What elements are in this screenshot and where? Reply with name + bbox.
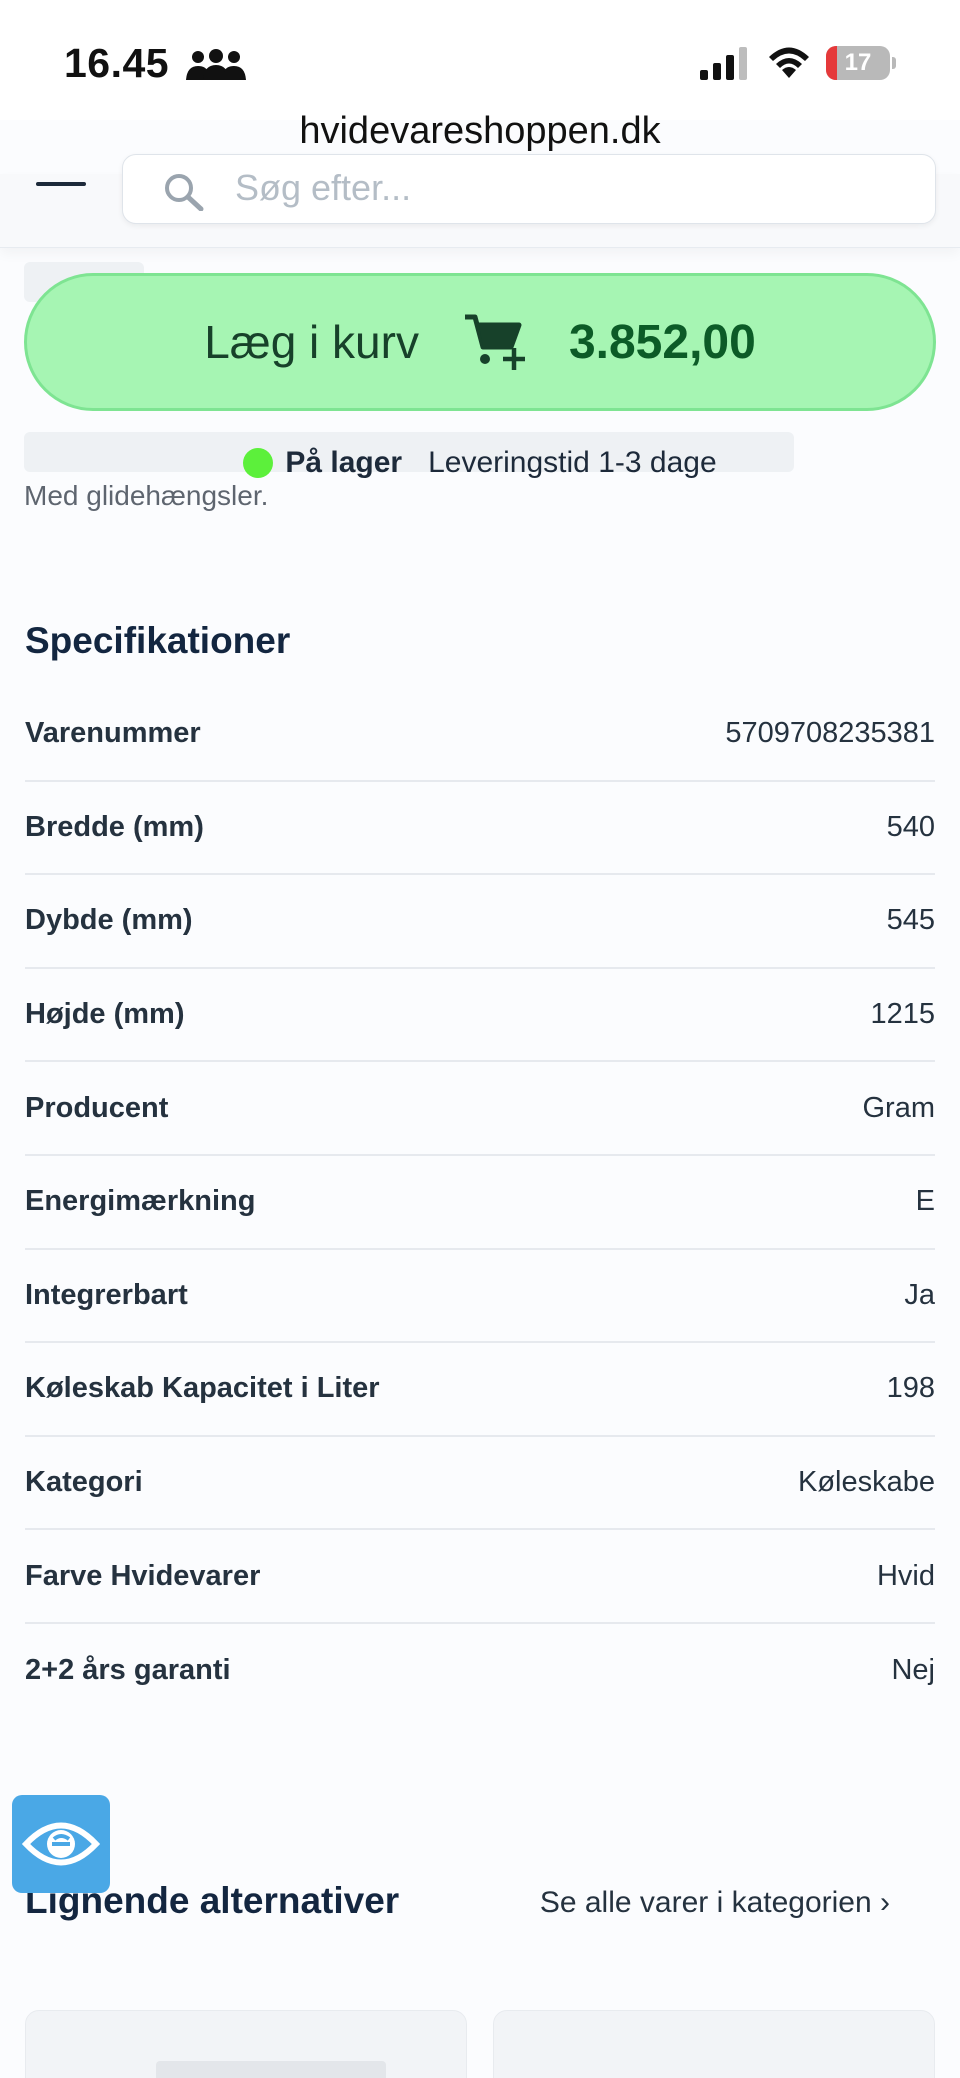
spec-value: Nej xyxy=(891,1654,935,1687)
status-bar: 16.45 17 hvidevareshoppen.dk xyxy=(0,0,960,152)
spec-label: Kategori xyxy=(25,1466,143,1499)
spec-value: 540 xyxy=(886,810,935,843)
add-to-cart-button[interactable]: Læg i kurv 3.852,00 xyxy=(24,273,936,411)
delivery-time: Leveringstid 1-3 dage xyxy=(428,446,717,479)
spec-value: Ja xyxy=(904,1278,935,1311)
battery-percent: 17 xyxy=(844,49,872,76)
spec-label: Køleskab Kapacitet i Liter xyxy=(25,1372,380,1405)
price: 3.852,00 xyxy=(568,315,756,369)
search-icon[interactable] xyxy=(161,171,207,211)
spec-label: Farve Hvidevarer xyxy=(25,1559,261,1592)
spec-row: 2+2 års garanti Nej xyxy=(25,1624,935,1718)
spec-row: Farve Hvidevarer Hvid xyxy=(25,1530,935,1624)
eye-icon xyxy=(22,1822,100,1866)
spec-label: Varenummer xyxy=(25,717,201,750)
specifications-table: Varenummer 5709708235381 Bredde (mm) 540 D… xyxy=(25,688,935,1718)
spec-row: Varenummer 5709708235381 xyxy=(25,688,935,782)
spec-row: Kategori Køleskabe xyxy=(25,1437,935,1531)
product-card[interactable] xyxy=(493,2010,935,2078)
accessibility-button[interactable] xyxy=(12,1795,110,1893)
specifications-heading: Specifikationer xyxy=(25,620,291,661)
spec-label: 2+2 års garanti xyxy=(25,1654,231,1687)
site-header xyxy=(0,154,960,248)
spec-value: 1215 xyxy=(870,998,935,1031)
wifi-icon xyxy=(769,47,809,78)
spec-value: Gram xyxy=(862,1091,936,1124)
spec-row: Højde (mm) 1215 xyxy=(25,969,935,1063)
spec-label: Integrerbart xyxy=(25,1278,188,1311)
stock-status: På lager xyxy=(285,446,403,479)
spec-label: Dybde (mm) xyxy=(25,904,193,937)
spec-label: Bredde (mm) xyxy=(25,810,204,843)
people-icon xyxy=(186,49,246,80)
add-to-cart-label: Læg i kurv xyxy=(204,316,419,368)
spec-row: Producent Gram xyxy=(25,1062,935,1156)
spec-label: Producent xyxy=(25,1091,169,1124)
signal-icon xyxy=(700,47,747,80)
battery-icon: 17 xyxy=(826,46,896,80)
browser-url[interactable]: hvidevareshoppen.dk xyxy=(0,110,960,153)
stock-info: På lager Leveringstid 1-3 dage xyxy=(0,440,960,486)
spec-row: Integrerbart Ja xyxy=(25,1250,935,1344)
spec-value: Hvid xyxy=(876,1559,935,1592)
spec-row: Køleskab Kapacitet i Liter 198 xyxy=(25,1343,935,1437)
spec-value: 198 xyxy=(886,1372,935,1405)
spec-value: 545 xyxy=(886,904,935,937)
spec-value: 5709708235381 xyxy=(725,717,935,750)
spec-value: E xyxy=(915,1185,935,1218)
cart-add-icon xyxy=(464,314,525,370)
stock-status-dot xyxy=(243,448,274,478)
product-image xyxy=(156,2061,386,2078)
spec-label: Energimærkning xyxy=(25,1185,256,1218)
menu-icon[interactable] xyxy=(36,174,86,204)
spec-row: Energimærkning E xyxy=(25,1156,935,1250)
spec-value: Køleskabe xyxy=(797,1466,935,1499)
product-card[interactable] xyxy=(25,2010,467,2078)
search-input[interactable] xyxy=(235,165,885,211)
see-all-category-link[interactable]: Se alle varer i kategorien › xyxy=(540,1886,890,1920)
spec-row: Dybde (mm) 545 xyxy=(25,875,935,969)
spec-row: Bredde (mm) 540 xyxy=(25,782,935,876)
search-box[interactable] xyxy=(122,154,936,224)
spec-label: Højde (mm) xyxy=(25,998,185,1031)
status-time: 16.45 xyxy=(64,40,170,86)
